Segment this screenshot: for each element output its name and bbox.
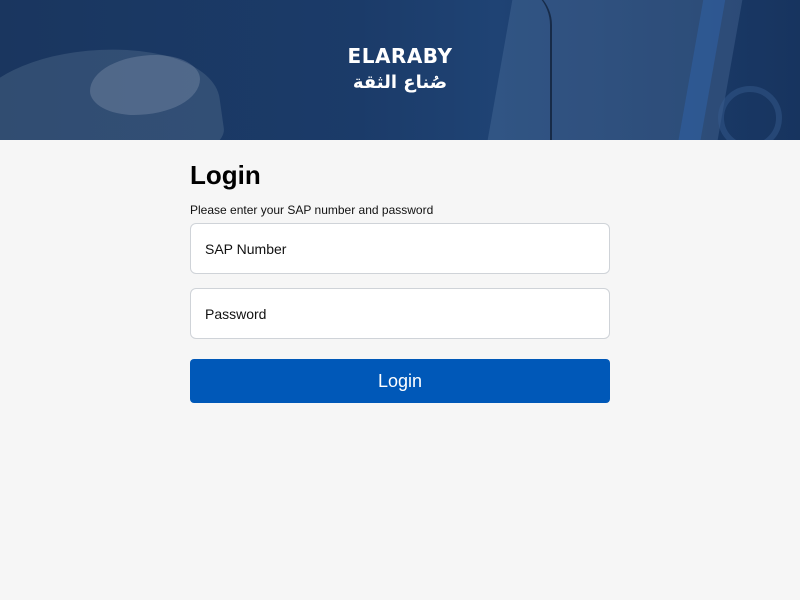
brand-tagline-arabic: صُناع الثقة xyxy=(352,72,448,93)
password-input[interactable] xyxy=(190,288,610,339)
login-button[interactable]: Login xyxy=(190,359,610,403)
brand-logo: ELARABY صُناع الثقة xyxy=(0,45,800,95)
sap-number-input[interactable] xyxy=(190,223,610,274)
hero-banner: ELARABY صُناع الثقة xyxy=(0,0,800,140)
login-instructions: Please enter your SAP number and passwor… xyxy=(190,203,434,217)
login-form: Login Please enter your SAP number and p… xyxy=(190,160,610,403)
brand-name: ELARABY xyxy=(347,44,453,68)
page-title: Login xyxy=(190,160,261,190)
